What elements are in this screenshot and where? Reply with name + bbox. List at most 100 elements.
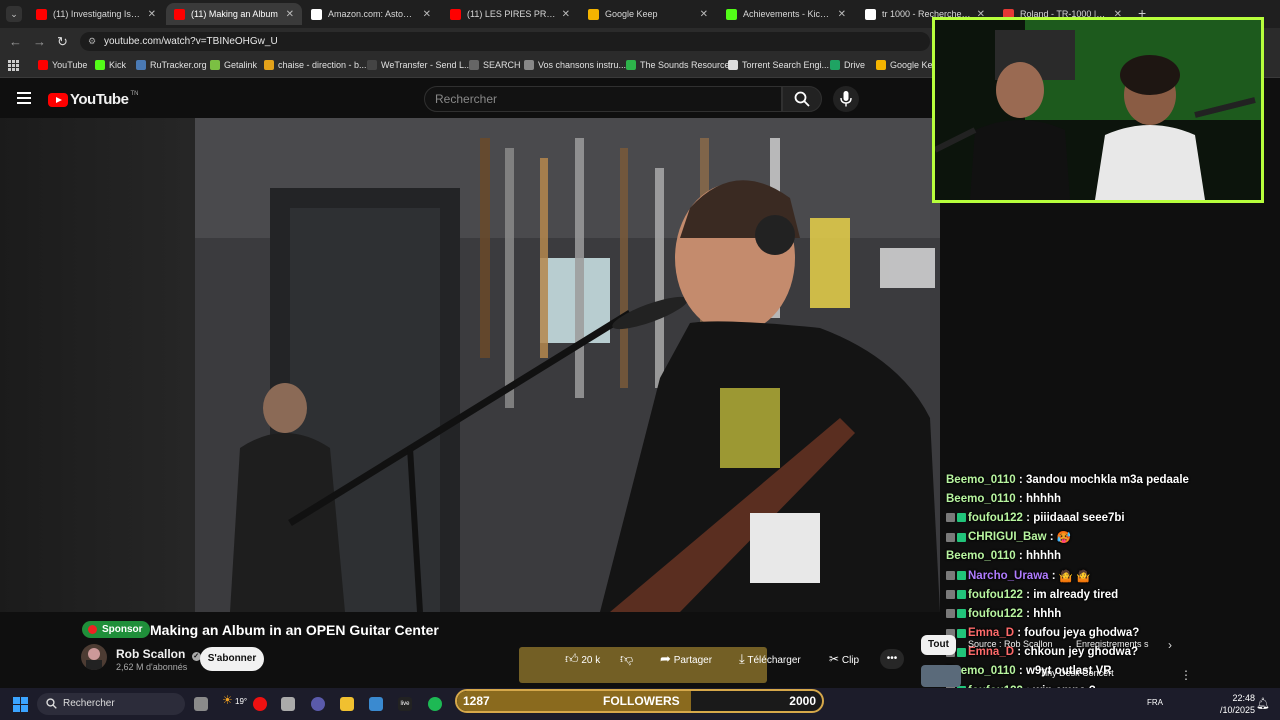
amazon-icon bbox=[311, 8, 322, 20]
sponsor-badge[interactable]: Sponsor bbox=[82, 621, 150, 638]
related-thumbnail[interactable] bbox=[921, 665, 961, 687]
url-bar[interactable]: ⚙ youtube.com/watch?v=TBINeOHGw_U bbox=[80, 32, 930, 51]
live-app-icon[interactable]: live bbox=[398, 697, 412, 711]
followers-goal: 2000 bbox=[789, 694, 816, 708]
site-info-icon[interactable]: ⚙ bbox=[88, 32, 96, 51]
chat-text: hhhh bbox=[1033, 607, 1062, 620]
dislike-button[interactable]: 👎︎ bbox=[620, 649, 633, 669]
more-vertical-icon[interactable]: ⋮ bbox=[1180, 668, 1192, 682]
bookmark-item[interactable]: Drive bbox=[830, 60, 865, 70]
search-input[interactable]: Rechercher bbox=[424, 86, 782, 112]
chat-badge-icon bbox=[957, 513, 966, 523]
apps-grid-icon[interactable] bbox=[8, 60, 19, 71]
close-tab-icon[interactable]: ✕ bbox=[148, 9, 156, 20]
bookmark-item[interactable]: RuTracker.org bbox=[136, 60, 207, 70]
browser-tab[interactable]: Google Keep ✕ bbox=[580, 3, 716, 25]
reload-button[interactable]: ↻ bbox=[57, 34, 68, 50]
chevron-right-icon[interactable]: › bbox=[1168, 638, 1172, 652]
bookmark-label: Getalink bbox=[224, 60, 258, 70]
forward-button[interactable]: → bbox=[33, 34, 46, 49]
channel-avatar[interactable] bbox=[81, 644, 107, 670]
browser-tab[interactable]: (11) Making an Album ✕ bbox=[166, 3, 302, 25]
keep-icon bbox=[876, 60, 886, 70]
thumbs-up-icon: 👍︎ bbox=[565, 651, 579, 666]
task-view-icon[interactable] bbox=[194, 697, 208, 711]
share-button[interactable]: ➦ Partager bbox=[660, 649, 712, 669]
browser-tab[interactable]: Amazon.com: Aston Micr ✕ bbox=[303, 3, 439, 25]
clip-button[interactable]: ✂ Clip bbox=[829, 649, 859, 669]
voice-search-button[interactable] bbox=[833, 86, 859, 112]
bookmark-item[interactable]: Getalink bbox=[210, 60, 257, 70]
weather-widget[interactable]: ☀ 19° bbox=[222, 693, 247, 707]
bookmark-label: YouTube bbox=[52, 60, 88, 70]
bookmark-item[interactable]: The Sounds Resource bbox=[626, 60, 730, 70]
youtube-icon bbox=[38, 60, 48, 70]
chat-badge-icon bbox=[957, 628, 966, 638]
chat-badge-icon bbox=[946, 571, 955, 581]
download-button[interactable]: ⤓ Télécharger bbox=[739, 649, 801, 669]
rutracker-icon bbox=[136, 60, 146, 70]
chat-text: 3andou mochkla m3a pedaale bbox=[1025, 473, 1189, 486]
chat-separator: : bbox=[1046, 531, 1057, 544]
bookmark-label: chaise - direction - b... bbox=[278, 60, 367, 70]
chat-text: piiidaaal seee7bi bbox=[1033, 511, 1125, 524]
language-indicator[interactable]: FRA bbox=[1147, 698, 1163, 707]
chat-badge-icon bbox=[946, 609, 955, 619]
chip-source[interactable]: Source : Rob Scallon bbox=[968, 639, 1053, 649]
chip-all[interactable]: Tout bbox=[921, 635, 956, 655]
bookmark-item[interactable]: Kick bbox=[95, 60, 126, 70]
chat-badge-icon bbox=[946, 513, 955, 523]
bookmark-item[interactable]: chaise - direction - b... bbox=[264, 60, 367, 70]
chat-text: hhhhh bbox=[1025, 492, 1062, 505]
chat-badge-icon bbox=[957, 609, 966, 619]
bookmark-item[interactable]: WeTransfer - Send L... bbox=[367, 60, 472, 70]
menu-icon[interactable] bbox=[17, 92, 31, 107]
chat-message: foufou122 : im already tired bbox=[946, 585, 1280, 604]
channel-name[interactable]: Rob Scallon ✓ bbox=[116, 647, 201, 661]
browser-tab[interactable]: (11) LES PIRES PROMOS ✕ bbox=[442, 3, 578, 25]
youtube-logo[interactable]: YouTube TN bbox=[48, 91, 138, 108]
close-tab-icon[interactable]: ✕ bbox=[423, 9, 431, 20]
close-tab-icon[interactable]: ✕ bbox=[562, 9, 570, 20]
browser-tab[interactable]: Achievements - Kick Das ✕ bbox=[718, 3, 854, 25]
photos-icon[interactable] bbox=[369, 697, 383, 711]
youtube-play-icon bbox=[48, 92, 68, 107]
app-icon[interactable] bbox=[281, 697, 295, 711]
bookmark-item[interactable]: YouTube bbox=[38, 60, 87, 70]
tab-search-button[interactable]: ⌄ bbox=[6, 6, 22, 22]
close-tab-icon[interactable]: ✕ bbox=[838, 9, 846, 20]
taskbar-search[interactable]: Rechercher bbox=[37, 693, 185, 715]
file-explorer-icon[interactable] bbox=[340, 697, 354, 711]
notification-bell-icon[interactable]: 🔔︎ bbox=[1256, 697, 1270, 710]
download-label: Télécharger bbox=[747, 655, 801, 666]
bookmark-item[interactable]: Torrent Search Engi... bbox=[728, 60, 829, 70]
clock[interactable]: 22:48 /10/2025 bbox=[1220, 692, 1255, 716]
chat-message: foufou122 : hhhh bbox=[946, 604, 1280, 623]
windows-start-icon[interactable] bbox=[13, 697, 29, 713]
bookmark-item[interactable]: SEARCH bbox=[469, 60, 521, 70]
live-chat-overlay: Beemo_0110 : 3andou mochkla m3a pedaale B… bbox=[946, 470, 1280, 719]
bookmark-item[interactable]: Vos chansons instru... bbox=[524, 60, 626, 70]
more-actions-button[interactable]: ••• bbox=[880, 649, 904, 669]
video-player[interactable] bbox=[0, 118, 940, 612]
url-text: youtube.com/watch?v=TBINeOHGw_U bbox=[104, 36, 278, 47]
chat-message: foufou122 : piiidaaal seee7bi bbox=[946, 508, 1280, 527]
chip-recordings[interactable]: Enregistrements s bbox=[1076, 639, 1149, 649]
search-icon bbox=[794, 91, 810, 107]
related-video-title[interactable]: Tiny Desk Concert bbox=[1040, 668, 1114, 678]
chat-text: im already tired bbox=[1033, 588, 1119, 601]
back-button[interactable]: ← bbox=[9, 34, 22, 49]
bookmark-label: RuTracker.org bbox=[150, 60, 207, 70]
browser-tab[interactable]: (11) Investigating Israeli I ✕ bbox=[28, 3, 164, 25]
search-button[interactable] bbox=[782, 86, 822, 112]
subscribe-button[interactable]: S'abonner bbox=[200, 647, 264, 671]
close-tab-icon[interactable]: ✕ bbox=[286, 9, 294, 20]
spotify-icon[interactable] bbox=[428, 697, 442, 711]
like-button[interactable]: 👍︎ 20 k bbox=[565, 649, 600, 669]
opera-icon[interactable] bbox=[253, 697, 267, 711]
chat-separator: : bbox=[1014, 627, 1025, 640]
search-icon bbox=[469, 60, 479, 70]
chat-username: Narcho_Urawa bbox=[968, 569, 1049, 582]
close-tab-icon[interactable]: ✕ bbox=[700, 9, 708, 20]
browser-icon[interactable] bbox=[311, 697, 325, 711]
